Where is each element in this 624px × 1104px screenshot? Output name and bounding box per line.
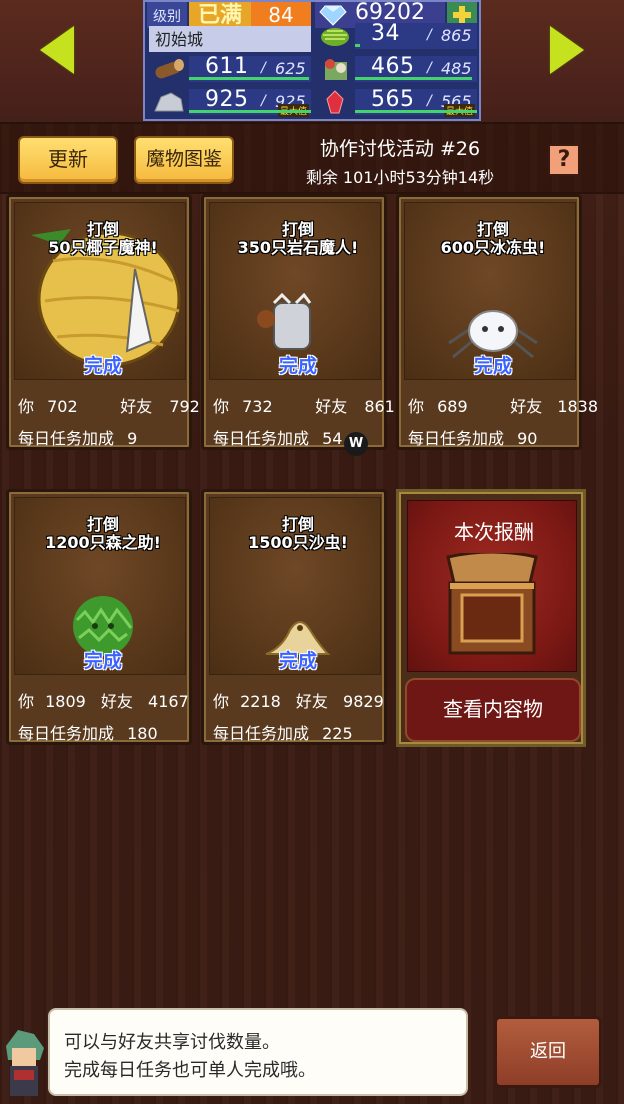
bonus-count: 54 (322, 429, 343, 448)
treasure-chest-icon (446, 553, 538, 655)
bonus-label: 每日任务加成 (18, 724, 115, 743)
ore-fill (189, 110, 311, 113)
card-verb: 打倒 (86, 220, 119, 239)
card-stats: 你 702 好友 792 每日任务加成 9 (14, 381, 200, 448)
you-count: 1809 (45, 692, 86, 711)
hint-dialog: 可以与好友共享讨伐数量。 完成每日任务也可单人完成哦。 (48, 1008, 468, 1096)
crystal-fill (355, 110, 477, 113)
card-verb: 打倒 (476, 220, 509, 239)
town-name: 初始城 (149, 26, 311, 52)
card-verb: 打倒 (281, 515, 314, 534)
complete-label: 完成 (278, 650, 317, 672)
card-target: 1200只森之助! (45, 533, 161, 552)
card-target: 600只冰冻虫! (440, 238, 546, 257)
next-town-arrow-icon[interactable] (550, 26, 584, 74)
help-button[interactable]: ? (548, 144, 580, 176)
resource-panel: 级别 已满 84 69202 初始城 34 / 865 611 / 625 46… (143, 0, 481, 121)
grass-icon (321, 28, 349, 46)
mission-card-sand-worm[interactable]: 打倒 1500只沙虫! 完成 你 2218 好友 9829 每日任务加成 225 (201, 489, 387, 745)
wood-icon (155, 59, 184, 79)
you-count: 732 (242, 397, 273, 416)
you-label: 你 (18, 397, 35, 416)
card-verb: 打倒 (86, 515, 119, 534)
stat-ore: 925 / 925 最大值 (149, 87, 311, 117)
refresh-button[interactable]: 更新 (18, 136, 118, 184)
card-art: 打倒 1500只沙虫! 完成 (209, 497, 381, 675)
complete-label: 完成 (83, 650, 122, 672)
bonus-count: 180 (127, 724, 158, 743)
mission-card-ice-bug[interactable]: 打倒 600只冰冻虫! 完成 你 689 好友 1838 每日任务加成 90 (396, 194, 598, 450)
you-label: 你 (408, 397, 425, 416)
stat-grass: 34 / 865 (315, 21, 477, 50)
card-art: 打倒 350只岩石魔人! 完成 (209, 202, 381, 380)
card-target: 50只椰子魔神! (48, 238, 158, 257)
hint-line-1: 可以与好友共享讨伐数量。 (64, 1032, 280, 1053)
event-title: 协作讨伐活动 #26 (319, 138, 481, 160)
friend-count: 4167 (148, 692, 189, 711)
mission-card-rock-golem[interactable]: 打倒 350只岩石魔人! 完成 你 732 好友 861 每日任务加成 54 (201, 194, 395, 450)
rank-status: 已满 (189, 2, 251, 28)
card-target: 350只岩石魔人! (237, 238, 359, 257)
friend-label: 好友 (315, 397, 348, 416)
bonus-label: 每日任务加成 (213, 429, 310, 448)
complete-label: 完成 (473, 355, 512, 377)
bonus-count: 9 (127, 429, 138, 448)
monster-book-button[interactable]: 魔物图鉴 (134, 136, 234, 184)
mission-card-forest-spirit[interactable]: 打倒 1200只森之助! 完成 你 1809 好友 4167 每日任务加成 18… (6, 489, 192, 745)
you-count: 689 (437, 397, 468, 416)
rank-label: 级别 (147, 2, 187, 28)
card-stats: 你 2218 好友 9829 每日任务加成 225 (209, 676, 384, 743)
wood-fill (189, 77, 309, 80)
reward-card: 本次报酬 查看内容物 (396, 489, 586, 747)
stat-wood: 611 / 625 (149, 54, 311, 83)
you-count: 702 (47, 397, 78, 416)
grass-fill (355, 44, 360, 47)
you-label: 你 (18, 692, 35, 711)
top-resource-area: 级别 已满 84 69202 初始城 34 / 865 611 / 625 46… (0, 0, 624, 122)
mission-card-coconut[interactable]: 打倒 50只椰子魔神! 完成 你 702 好友 792 每日任务加成 9 (6, 194, 200, 450)
you-count: 2218 (240, 692, 281, 711)
stat-food: 465 / 485 (315, 54, 477, 83)
hint-line-2: 完成每日任务也可单人完成哦。 (64, 1060, 316, 1081)
bonus-label: 每日任务加成 (213, 724, 310, 743)
food-icon (325, 59, 347, 80)
card-art: 打倒 50只椰子魔神! 完成 (14, 202, 186, 380)
complete-label: 完成 (83, 355, 122, 377)
you-label: 你 (213, 692, 230, 711)
prev-town-arrow-icon[interactable] (40, 26, 74, 74)
friend-count: 792 (169, 397, 200, 416)
friend-count: 9829 (343, 692, 384, 711)
friend-label: 好友 (510, 397, 543, 416)
friend-label: 好友 (120, 397, 153, 416)
card-target: 1500只沙虫! (248, 533, 348, 552)
overlay-badge[interactable]: W (344, 432, 368, 456)
bonus-count: 90 (517, 429, 538, 448)
friend-label: 好友 (100, 692, 133, 711)
crystal-icon (326, 90, 344, 114)
back-button[interactable]: 返回 (494, 1016, 602, 1088)
bonus-count: 225 (322, 724, 353, 743)
view-contents-button[interactable]: 查看内容物 (405, 678, 581, 742)
event-header: 更新 魔物图鉴 协作讨伐活动 #26 剩余 101小时53分钟14秒 (0, 122, 624, 194)
time-remaining: 剩余 101小时53分钟14秒 (305, 168, 495, 187)
card-art: 打倒 1200只森之助! 完成 (14, 497, 186, 675)
rank-number: 84 (251, 2, 311, 28)
stat-crystal: 565 / 565 最大值 (315, 87, 477, 117)
card-stats: 你 1809 好友 4167 每日任务加成 180 (14, 676, 189, 743)
card-art: 打倒 600只冰冻虫! 完成 (404, 202, 576, 380)
bonus-label: 每日任务加成 (18, 429, 115, 448)
card-stats: 你 689 好友 1838 每日任务加成 90 (404, 381, 598, 448)
friend-count: 1838 (557, 397, 599, 416)
bonus-label: 每日任务加成 (408, 429, 505, 448)
you-label: 你 (213, 397, 230, 416)
friend-label: 好友 (295, 692, 328, 711)
reward-title: 本次报酬 (454, 520, 534, 544)
ore-icon (154, 92, 184, 112)
npc-avatar (6, 1030, 44, 1096)
friend-count: 861 (364, 397, 395, 416)
card-verb: 打倒 (281, 220, 314, 239)
food-fill (355, 77, 473, 80)
complete-label: 完成 (278, 355, 317, 377)
